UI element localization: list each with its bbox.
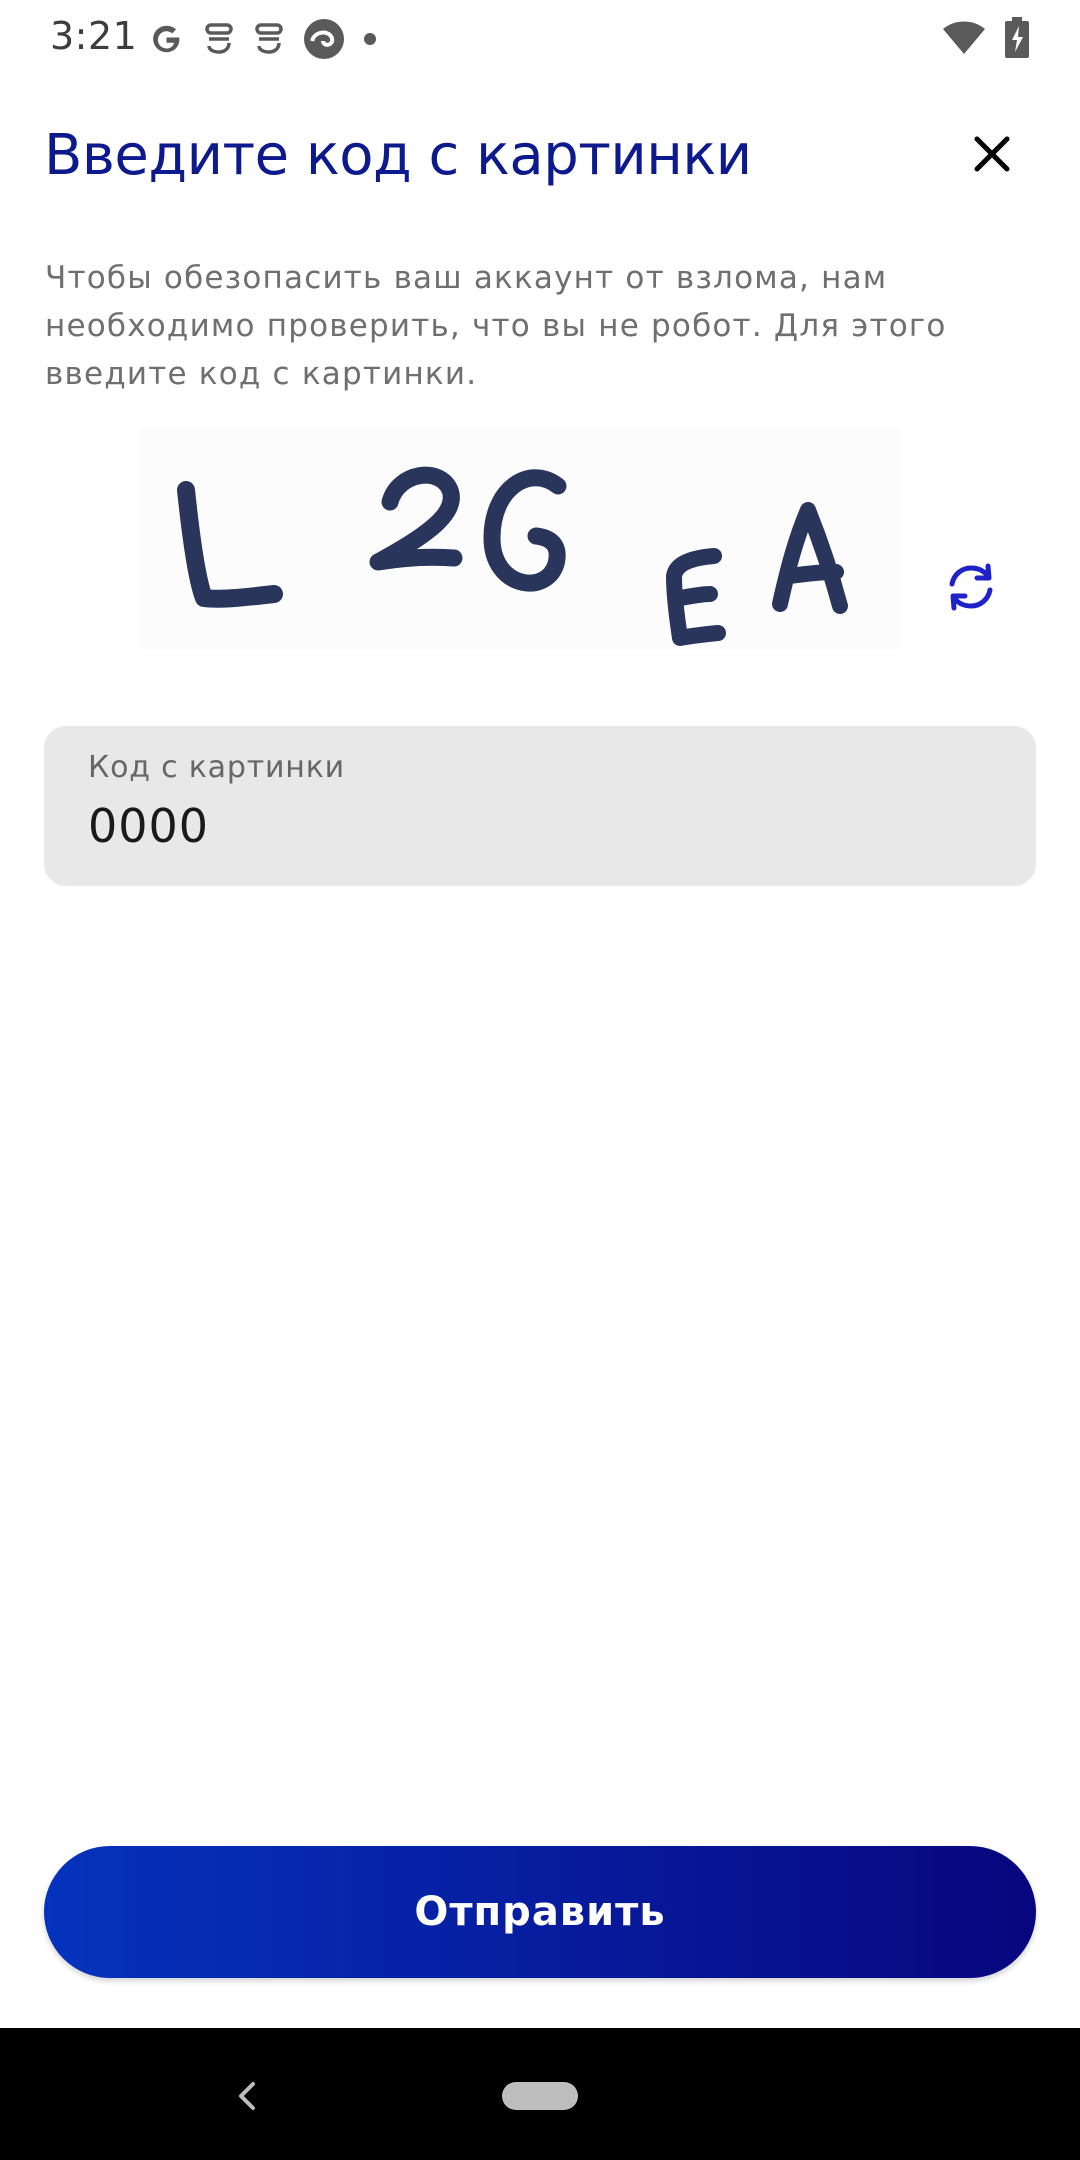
status-time: 3:21 (50, 14, 138, 58)
wifi-icon (942, 20, 986, 60)
captcha-code-field[interactable]: Код с картинки (44, 726, 1036, 886)
battery-charging-icon (1004, 17, 1030, 63)
refresh-captcha-button[interactable] (936, 552, 1006, 622)
captcha-screen: 3:21 Введите код с картинки Чтобы обезоп… (0, 0, 1080, 2160)
submit-button[interactable]: Отправить (44, 1846, 1036, 1978)
close-icon (974, 136, 1010, 172)
description-text: Чтобы обезопасить ваш аккаунт от взлома,… (45, 260, 947, 392)
close-button[interactable] (956, 118, 1028, 190)
captcha-picture (177, 466, 848, 646)
page-title: Введите код с картинки (44, 123, 752, 188)
submit-button-label: Отправить (414, 1889, 666, 1935)
system-icons (924, 16, 1030, 64)
home-pill-icon[interactable] (502, 2082, 578, 2110)
dot-icon (362, 31, 378, 47)
edge-browser-icon (302, 17, 346, 61)
notification-s-icon (202, 19, 236, 59)
notification-s-icon (252, 19, 286, 59)
status-bar: 3:21 (0, 0, 1080, 80)
google-icon (146, 19, 186, 59)
nav-back-button[interactable] (220, 2068, 276, 2124)
navigation-bar (0, 2028, 1080, 2160)
captcha-code-input[interactable] (88, 794, 988, 858)
notification-icons (146, 14, 394, 64)
code-field-label: Код с картинки (88, 750, 345, 785)
back-chevron-icon (239, 2082, 255, 2110)
captcha-image (140, 428, 900, 650)
refresh-icon (949, 563, 993, 611)
